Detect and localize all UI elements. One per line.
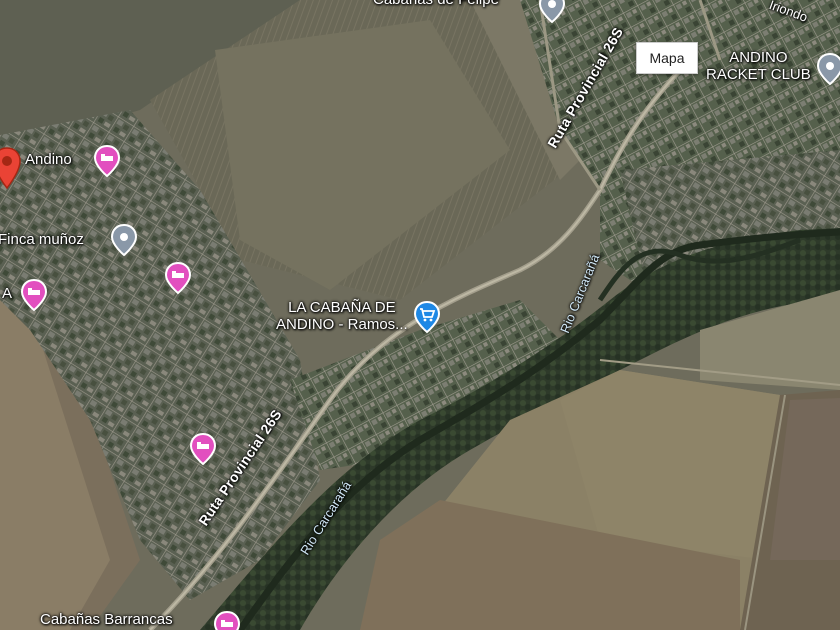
lodging-icon[interactable] (189, 432, 217, 466)
shopping-cart-icon[interactable] (413, 300, 441, 334)
lodging-icon[interactable] (20, 278, 48, 312)
place-label-cabanas-barrancas[interactable]: Cabañas Barrancas (40, 611, 173, 629)
place-label-la-cabana-de-andino[interactable]: LA CABAÑA DE ANDINO - Ramos... (276, 299, 408, 333)
map-pin-red-icon[interactable] (0, 146, 22, 190)
cabana-label-line1: LA CABAÑA DE (288, 299, 396, 316)
place-label-partial-a[interactable]: A (2, 285, 12, 303)
generic-place-icon[interactable] (538, 0, 566, 24)
generic-place-icon[interactable] (110, 223, 138, 257)
place-label-andino-racket-club[interactable]: ANDINO RACKET CLUB (706, 49, 811, 83)
cabana-label-line2: ANDINO - Ramos... (276, 315, 408, 333)
lodging-icon[interactable] (164, 261, 192, 295)
racket-label-line1: ANDINO (729, 49, 788, 66)
place-label-top-partial[interactable]: Cabañas de Felipe (373, 0, 499, 9)
place-label-finca-munoz[interactable]: Finca muñoz (0, 231, 84, 249)
lodging-icon[interactable] (93, 144, 121, 178)
racket-label-line2: RACKET CLUB (706, 65, 811, 83)
lodging-icon[interactable] (213, 610, 241, 630)
generic-place-icon[interactable] (816, 52, 840, 86)
place-label-andino[interactable]: Andino (25, 151, 72, 169)
satellite-map[interactable]: Ruta Provincial 26S Ruta Provincial 26S … (0, 0, 840, 630)
map-type-button[interactable]: Mapa (636, 42, 698, 74)
